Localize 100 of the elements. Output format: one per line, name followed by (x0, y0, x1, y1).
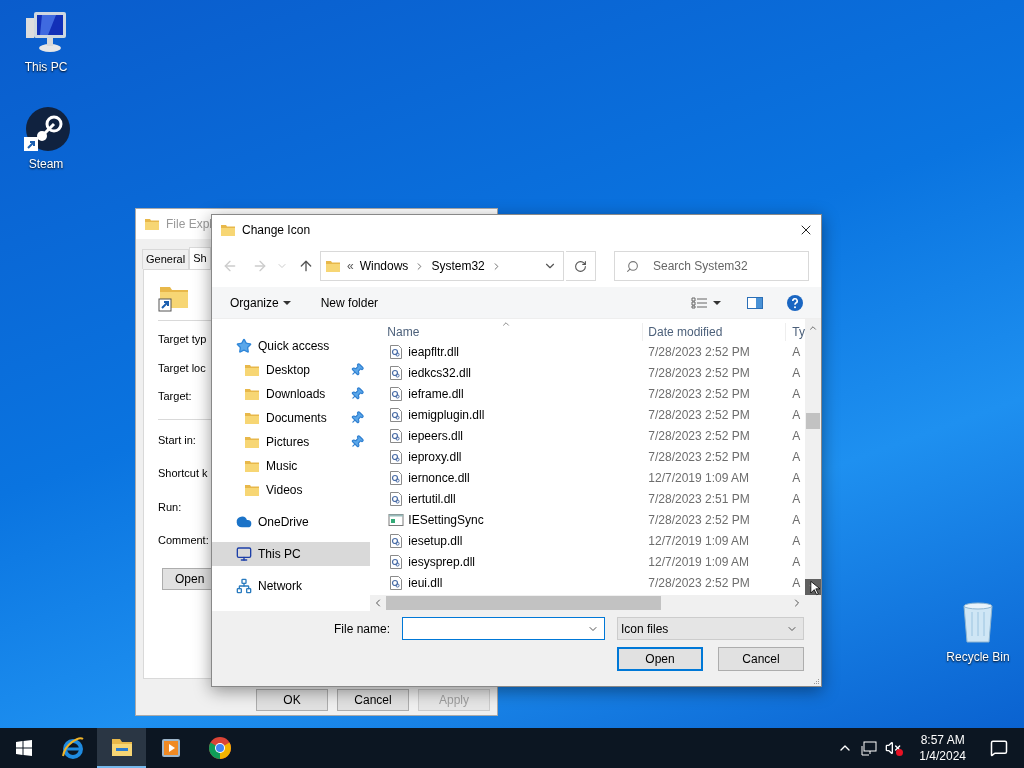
file-name: iedkcs32.dll (408, 364, 472, 382)
folder-icon (244, 362, 260, 378)
date-modified: 7/28/2023 2:52 PM (647, 574, 751, 592)
file-name: iepeers.dll (408, 427, 464, 445)
breadcrumb[interactable]: Windows (359, 257, 409, 275)
file-row[interactable]: iertutil.dll 7/28/2023 2:51 PM A (381, 488, 805, 509)
search-icon (626, 260, 639, 273)
file-row[interactable]: iedkcs32.dll 7/28/2023 2:52 PM A (381, 362, 805, 383)
resize-grip-icon[interactable] (812, 677, 820, 685)
horizontal-scrollbar[interactable] (370, 595, 821, 611)
file-name: iesetup.dll (408, 532, 463, 550)
network-icon[interactable] (861, 740, 878, 756)
column-header[interactable]: Name (381, 323, 644, 341)
settings-file-icon (388, 574, 405, 591)
date-modified: 7/28/2023 2:52 PM (647, 511, 751, 529)
file-row[interactable]: iemigplugin.dll 7/28/2023 2:52 PM A (381, 404, 805, 425)
navigation-item[interactable]: Desktop (212, 358, 371, 382)
navigation-item[interactable]: Videos (212, 478, 371, 502)
folder-icon (244, 386, 260, 402)
navigation-item[interactable]: Pictures (212, 430, 371, 454)
dialog-button[interactable]: Open (617, 647, 703, 671)
tab[interactable]: Sh (189, 247, 211, 269)
vertical-scrollbar[interactable] (805, 319, 821, 595)
dialog-button[interactable]: OK (256, 689, 328, 711)
settings-file-icon (388, 490, 405, 507)
file-row[interactable]: iesetup.dll 12/7/2019 1:09 AM A (381, 530, 805, 551)
clock[interactable]: 8:57 AM 1/4/2024 (911, 732, 974, 764)
file-name: iernonce.dll (408, 469, 470, 487)
column-header[interactable]: Date modified (643, 323, 787, 341)
settings-file-icon (388, 385, 405, 402)
navigation-item[interactable]: Music (212, 454, 371, 478)
file-type: A (791, 553, 801, 571)
file-row[interactable]: ieui.dll 7/28/2023 2:52 PM A (381, 572, 805, 593)
file-type: A (791, 427, 801, 445)
field-label: Shortcut k (158, 466, 208, 481)
desktop-icon-label[interactable]: This PC (24, 60, 68, 74)
help-icon[interactable] (787, 294, 803, 311)
column-header[interactable]: Ty (786, 323, 805, 341)
taskbar-app[interactable] (97, 728, 146, 768)
file-type-dropdown[interactable]: Icon files (617, 617, 804, 640)
date-modified: 7/28/2023 2:52 PM (647, 427, 751, 445)
file-row[interactable]: ieframe.dll 7/28/2023 2:52 PM A (381, 383, 805, 404)
settings-file-icon (388, 532, 405, 549)
folder-icon (325, 258, 341, 274)
volume-muted-icon[interactable] (885, 740, 904, 756)
file-name: ieapfltr.dll (408, 343, 460, 361)
file-row[interactable]: ieapfltr.dll 7/28/2023 2:52 PM A (381, 341, 805, 362)
file-type: A (791, 532, 801, 550)
file-name-field[interactable] (402, 617, 605, 640)
dialog-button[interactable]: Cancel (337, 689, 409, 711)
tab[interactable]: General (142, 249, 190, 269)
file-type: A (791, 364, 801, 382)
notifications-icon[interactable] (990, 739, 1008, 757)
navigation-item[interactable]: This PC (212, 542, 371, 566)
windows-logo-icon (16, 740, 32, 756)
new-folder-button[interactable]: New folder (320, 293, 659, 312)
scroll-thumb[interactable] (386, 596, 662, 610)
field-label: Target: (158, 389, 192, 404)
folder-icon (244, 410, 260, 426)
file-type: A (791, 490, 801, 508)
navigation-item[interactable]: Downloads (212, 382, 371, 406)
shortcut-folder-icon (220, 222, 236, 238)
navigation-item[interactable]: OneDrive (212, 510, 371, 534)
file-row[interactable]: iernonce.dll 12/7/2019 1:09 AM A (381, 467, 805, 488)
overflow-glyph[interactable]: « (347, 257, 354, 275)
search-field[interactable]: Search System32 (614, 251, 809, 281)
file-type: A (791, 448, 801, 466)
settings-file-icon (388, 469, 405, 486)
scroll-thumb[interactable] (806, 413, 820, 429)
view-options-icon[interactable] (689, 296, 723, 309)
folder-icon (244, 458, 260, 474)
breadcrumb[interactable]: System32 (431, 257, 485, 275)
file-row[interactable]: iepeers.dll 7/28/2023 2:52 PM A (381, 425, 805, 446)
address-bar[interactable]: « Windows System32 (320, 251, 564, 281)
file-type: A (791, 469, 801, 487)
refresh-button[interactable] (566, 251, 596, 281)
navigation-item[interactable]: Quick access (212, 334, 371, 358)
dialog-title: Change Icon (242, 222, 312, 239)
file-row[interactable]: IESettingSync 7/28/2023 2:52 PM A (381, 509, 805, 530)
date-modified: 7/28/2023 2:52 PM (647, 343, 751, 361)
folder-icon (244, 482, 260, 498)
settings-file-icon (388, 427, 405, 444)
dialog-button[interactable]: Cancel (718, 647, 804, 671)
steam-logo-icon (22, 105, 70, 153)
computer-icon (236, 546, 252, 562)
file-name: IESettingSync (408, 511, 484, 529)
cloud-icon (236, 514, 252, 530)
organize-button[interactable]: Organize (230, 293, 291, 312)
preview-pane-icon[interactable] (747, 296, 763, 309)
scroll-up-icon[interactable] (808, 323, 818, 333)
desktop-icon-label[interactable]: Recycle Bin (946, 650, 1010, 664)
shortcut-folder-icon (144, 216, 160, 232)
file-row[interactable]: ieproxy.dll 7/28/2023 2:52 PM A (381, 446, 805, 467)
field-label: Target loc (158, 360, 206, 376)
file-row[interactable]: iesysprep.dll 12/7/2019 1:09 AM A (381, 551, 805, 572)
date-modified: 12/7/2019 1:09 AM (647, 553, 751, 571)
network-icon (236, 578, 252, 594)
navigation-item[interactable]: Documents (212, 406, 371, 430)
file-type: A (791, 343, 801, 361)
desktop-icon-label[interactable]: Steam (28, 157, 64, 171)
